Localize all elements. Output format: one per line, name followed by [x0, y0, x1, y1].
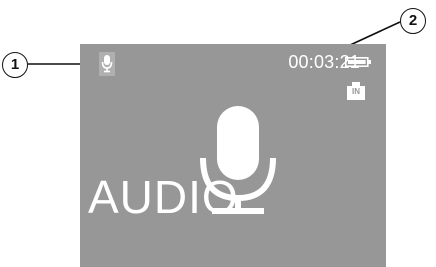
- microphone-icon: [99, 52, 115, 76]
- battery-icon: [345, 57, 371, 67]
- callout-number-2: 2: [400, 8, 426, 34]
- input-badge-label: IN: [352, 87, 360, 96]
- callout-number-1: 1: [2, 52, 28, 78]
- recorder-screen: 00:03:21 IN AUDIO: [80, 44, 386, 267]
- mode-label: AUDIO: [88, 171, 239, 223]
- elapsed-time: 00:03:21: [288, 52, 360, 72]
